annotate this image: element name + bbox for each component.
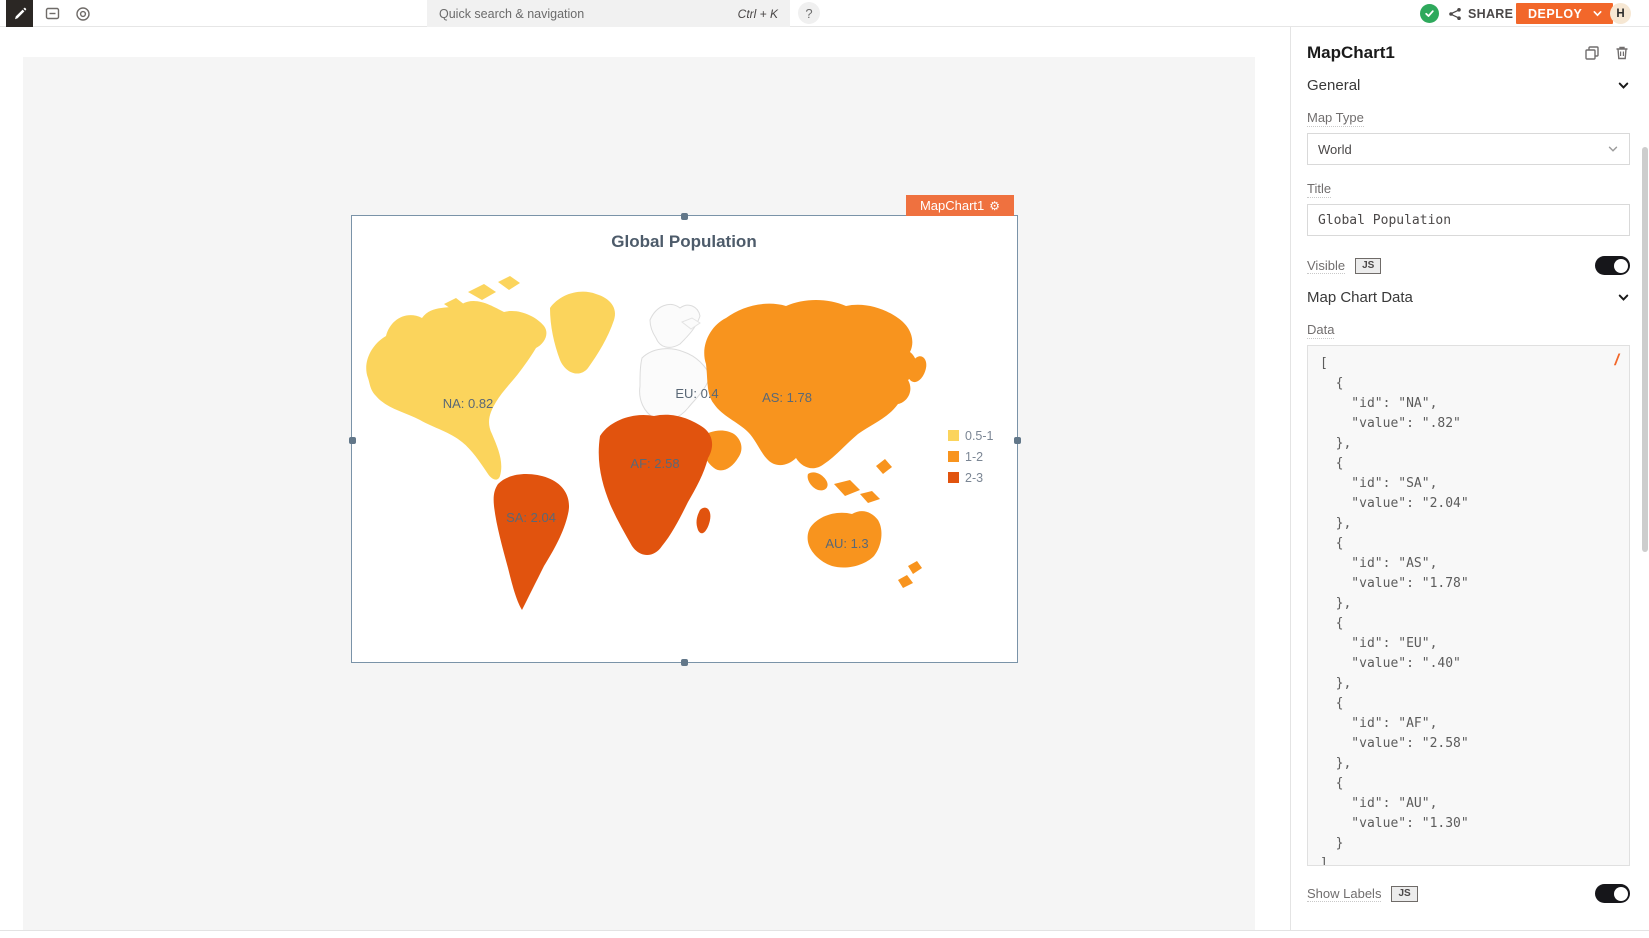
show-labels-toggle[interactable] [1595, 884, 1630, 903]
js-slash-icon[interactable]: / [1615, 352, 1619, 370]
visible-label: Visible [1307, 258, 1345, 274]
section-general-label: General [1307, 77, 1617, 94]
deploy-button[interactable]: DEPLOY [1516, 3, 1613, 24]
resize-handle-right[interactable] [1014, 437, 1021, 444]
legend-label-1: 0.5-1 [965, 429, 994, 443]
visible-toggle[interactable] [1595, 256, 1630, 275]
widget-badge-label: MapChart1 [920, 198, 984, 213]
visible-js-toggle[interactable]: JS [1355, 258, 1381, 274]
map-legend: 0.5-1 1-2 2-3 [948, 429, 994, 485]
edit-mode-button[interactable] [6, 0, 33, 27]
section-map-chart-data-label: Map Chart Data [1307, 289, 1617, 306]
search-input[interactable] [439, 7, 738, 21]
save-status-indicator[interactable] [1420, 4, 1439, 23]
chart-title: Global Population [611, 232, 756, 251]
map-chart-widget[interactable]: Global Population [352, 216, 1017, 662]
region-europe [640, 304, 710, 420]
region-label-sa: SA: 2.04 [506, 510, 556, 525]
help-label: ? [805, 6, 812, 21]
property-pane: MapChart1 General [1290, 27, 1649, 930]
share-button[interactable]: SHARE [1448, 0, 1513, 27]
copy-widget-button[interactable] [1584, 45, 1600, 61]
pencil-icon [13, 7, 27, 21]
widget-name-badge[interactable]: MapChart1 ⚙ [906, 195, 1014, 216]
panel-scrollbar[interactable] [1642, 147, 1648, 552]
region-label-af: AF: 2.58 [630, 456, 679, 471]
circle-dot-icon [75, 6, 91, 22]
region-label-au: AU: 1.3 [825, 536, 868, 551]
legend-label-3: 2-3 [965, 471, 983, 485]
chevron-down-icon [1617, 79, 1630, 92]
share-icon [1448, 7, 1462, 21]
show-labels-label: Show Labels [1307, 886, 1381, 902]
title-input[interactable] [1307, 204, 1630, 236]
region-africa [599, 415, 712, 555]
map-type-select[interactable]: World [1307, 133, 1630, 165]
legend-label-2: 1-2 [965, 450, 983, 464]
preview-mode-button[interactable] [69, 0, 96, 27]
data-label: Data [1307, 322, 1334, 339]
comment-icon [45, 6, 60, 21]
deploy-label: DEPLOY [1528, 7, 1582, 21]
share-label: SHARE [1468, 7, 1513, 21]
map-type-label: Map Type [1307, 110, 1364, 127]
check-icon [1424, 8, 1435, 19]
chevron-down-icon [1617, 291, 1630, 304]
region-label-as: AS: 1.78 [762, 390, 812, 405]
chevron-down-icon [1607, 143, 1619, 155]
avatar-initial: H [1616, 8, 1624, 20]
legend-swatch-1 [948, 430, 959, 441]
section-general[interactable]: General [1307, 77, 1630, 94]
gear-icon[interactable]: ⚙ [989, 200, 1000, 212]
region-label-eu: EU: 0.4 [675, 386, 718, 401]
region-greenland [550, 292, 615, 374]
resize-handle-bottom[interactable] [681, 659, 688, 666]
world-map-chart: Global Population [352, 216, 1017, 662]
data-code-content: [ { "id": "NA", "value": ".82" }, { "id"… [1320, 354, 1629, 866]
search-shortcut: Ctrl + K [738, 7, 778, 21]
canvas-bottom-divider [0, 930, 1649, 931]
delete-widget-button[interactable] [1614, 45, 1630, 61]
quick-search[interactable]: Ctrl + K [427, 0, 790, 27]
region-south-america [494, 474, 569, 610]
legend-swatch-3 [948, 472, 959, 483]
chevron-down-icon [1592, 8, 1603, 19]
resize-handle-left[interactable] [349, 437, 356, 444]
show-labels-js-toggle[interactable]: JS [1391, 886, 1417, 902]
top-bar: Ctrl + K ? SHARE DEPLOY [0, 0, 1649, 27]
avatar[interactable]: H [1610, 3, 1631, 24]
map-type-value: World [1318, 142, 1607, 157]
region-asia [700, 300, 926, 503]
resize-handle-top[interactable] [681, 213, 688, 220]
region-label-na: NA: 0.82 [443, 396, 494, 411]
region-north-america [366, 276, 546, 480]
section-map-chart-data[interactable]: Map Chart Data [1307, 289, 1630, 306]
legend-swatch-2 [948, 451, 959, 462]
title-label: Title [1307, 181, 1331, 198]
help-button[interactable]: ? [798, 2, 820, 24]
comment-mode-button[interactable] [39, 0, 66, 27]
data-code-editor[interactable]: [ { "id": "NA", "value": ".82" }, { "id"… [1307, 345, 1630, 866]
widget-name[interactable]: MapChart1 [1307, 43, 1584, 63]
